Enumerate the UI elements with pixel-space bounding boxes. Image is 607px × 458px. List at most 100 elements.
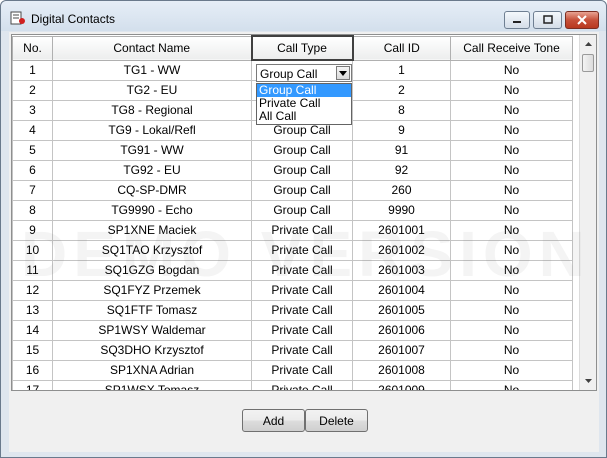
cell-call-type[interactable]: Group Call <box>251 159 353 181</box>
table-row[interactable]: 6 TG92 - EU Group Call 92 No <box>12 159 573 181</box>
cell-no[interactable]: 17 <box>12 379 53 390</box>
cell-call-receive-tone[interactable]: No <box>450 99 573 121</box>
delete-button[interactable]: Delete <box>305 409 368 432</box>
cell-call-receive-tone[interactable]: No <box>450 279 573 301</box>
cell-contact-name[interactable]: TG2 - EU <box>52 79 252 101</box>
cell-contact-name[interactable]: SQ1FYZ Przemek <box>52 279 252 301</box>
cell-no[interactable]: 10 <box>12 239 53 261</box>
table-row[interactable]: 17 SP1WSX Tomasz Private Call 2601009 No <box>12 379 573 390</box>
table-row[interactable]: 14 SP1WSY Waldemar Private Call 2601006 No <box>12 319 573 341</box>
column-header-call-type[interactable]: Call Type <box>250 35 354 61</box>
cell-contact-name[interactable]: SP1WSX Tomasz <box>52 379 252 390</box>
cell-contact-name[interactable]: SP1XNA Adrian <box>52 359 252 381</box>
vertical-scrollbar[interactable] <box>579 35 596 390</box>
cell-call-receive-tone[interactable]: No <box>450 59 573 81</box>
table-row[interactable]: 10 SQ1TAO Krzysztof Private Call 2601002 No <box>12 239 573 261</box>
combobox-dropdown-button[interactable] <box>336 66 350 80</box>
cell-call-type[interactable]: Private Call <box>251 239 353 261</box>
cell-call-id[interactable]: 9990 <box>352 199 451 221</box>
cell-call-receive-tone[interactable]: No <box>450 219 573 241</box>
cell-call-id[interactable]: 91 <box>352 139 451 161</box>
table-row[interactable]: 11 SQ1GZG Bogdan Private Call 2601003 No <box>12 259 573 281</box>
cell-call-id[interactable]: 2601004 <box>352 279 451 301</box>
cell-call-id[interactable]: 8 <box>352 99 451 121</box>
cell-call-type[interactable]: Private Call <box>251 299 353 321</box>
cell-call-receive-tone[interactable]: No <box>450 299 573 321</box>
column-header-call-id[interactable]: Call ID <box>352 35 451 61</box>
cell-contact-name[interactable]: TG9 - Lokal/Refl <box>52 119 252 141</box>
cell-call-id[interactable]: 2601002 <box>352 239 451 261</box>
cell-contact-name[interactable]: SP1XNE Maciek <box>52 219 252 241</box>
add-button[interactable]: Add <box>242 409 305 432</box>
cell-no[interactable]: 7 <box>12 179 53 201</box>
cell-call-id[interactable]: 2601003 <box>352 259 451 281</box>
cell-call-receive-tone[interactable]: No <box>450 319 573 341</box>
cell-contact-name[interactable]: SQ1FTF Tomasz <box>52 299 252 321</box>
table-row[interactable]: 12 SQ1FYZ Przemek Private Call 2601004 No <box>12 279 573 301</box>
cell-call-type[interactable]: Group Call <box>251 179 353 201</box>
cell-call-id[interactable]: 2601007 <box>352 339 451 361</box>
column-header-call-receive-tone[interactable]: Call Receive Tone <box>450 35 573 61</box>
cell-call-id[interactable]: 260 <box>352 179 451 201</box>
cell-call-type[interactable]: Private Call <box>251 359 353 381</box>
cell-call-id[interactable]: 9 <box>352 119 451 141</box>
dropdown-option-all-call[interactable]: All Call <box>257 110 351 123</box>
cell-call-id[interactable]: 1 <box>352 59 451 81</box>
scroll-down-button[interactable] <box>580 373 596 389</box>
table-row[interactable]: 13 SQ1FTF Tomasz Private Call 2601005 No <box>12 299 573 321</box>
cell-no[interactable]: 12 <box>12 279 53 301</box>
cell-call-receive-tone[interactable]: No <box>450 239 573 261</box>
cell-contact-name[interactable]: TG9990 - Echo <box>52 199 252 221</box>
cell-call-id[interactable]: 2 <box>352 79 451 101</box>
cell-no[interactable]: 15 <box>12 339 53 361</box>
cell-call-type[interactable]: Private Call <box>251 339 353 361</box>
table-row[interactable]: 8 TG9990 - Echo Group Call 9990 No <box>12 199 573 221</box>
call-type-combobox[interactable]: Group Call <box>256 64 352 82</box>
cell-contact-name[interactable]: TG1 - WW <box>52 59 252 81</box>
cell-call-type[interactable]: Private Call <box>251 219 353 241</box>
cell-call-type[interactable]: Private Call <box>251 279 353 301</box>
column-header-contact-name[interactable]: Contact Name <box>52 35 252 61</box>
table-row[interactable]: 15 SQ3DHO Krzysztof Private Call 2601007 No <box>12 339 573 361</box>
cell-contact-name[interactable]: CQ-SP-DMR <box>52 179 252 201</box>
cell-contact-name[interactable]: SP1WSY Waldemar <box>52 319 252 341</box>
minimize-button[interactable] <box>504 11 530 29</box>
cell-call-id[interactable]: 2601009 <box>352 379 451 390</box>
table-row[interactable]: 7 CQ-SP-DMR Group Call 260 No <box>12 179 573 201</box>
cell-call-type[interactable]: Private Call <box>251 319 353 341</box>
column-header-no[interactable]: No. <box>12 35 53 61</box>
cell-call-receive-tone[interactable]: No <box>450 139 573 161</box>
cell-call-receive-tone[interactable]: No <box>450 179 573 201</box>
maximize-button[interactable] <box>533 11 562 29</box>
cell-contact-name[interactable]: TG91 - WW <box>52 139 252 161</box>
cell-call-id[interactable]: 2601006 <box>352 319 451 341</box>
cell-contact-name[interactable]: SQ1GZG Bogdan <box>52 259 252 281</box>
cell-contact-name[interactable]: TG8 - Regional <box>52 99 252 121</box>
cell-call-receive-tone[interactable]: No <box>450 359 573 381</box>
cell-no[interactable]: 6 <box>12 159 53 181</box>
cell-call-type[interactable]: Group Call <box>251 139 353 161</box>
cell-no[interactable]: 14 <box>12 319 53 341</box>
table-row[interactable]: 5 TG91 - WW Group Call 91 No <box>12 139 573 161</box>
cell-call-receive-tone[interactable]: No <box>450 339 573 361</box>
cell-call-receive-tone[interactable]: No <box>450 379 573 390</box>
cell-call-id[interactable]: 2601001 <box>352 219 451 241</box>
cell-no[interactable]: 9 <box>12 219 53 241</box>
cell-no[interactable]: 5 <box>12 139 53 161</box>
cell-call-receive-tone[interactable]: No <box>450 259 573 281</box>
scrollbar-thumb[interactable] <box>582 54 594 72</box>
table-row[interactable]: 9 SP1XNE Maciek Private Call 2601001 No <box>12 219 573 241</box>
cell-contact-name[interactable]: TG92 - EU <box>52 159 252 181</box>
cell-no[interactable]: 1 <box>12 59 53 81</box>
cell-contact-name[interactable]: SQ3DHO Krzysztof <box>52 339 252 361</box>
cell-no[interactable]: 3 <box>12 99 53 121</box>
cell-no[interactable]: 8 <box>12 199 53 221</box>
cell-call-receive-tone[interactable]: No <box>450 199 573 221</box>
cell-call-receive-tone[interactable]: No <box>450 79 573 101</box>
table-row[interactable]: 16 SP1XNA Adrian Private Call 2601008 No <box>12 359 573 381</box>
cell-call-receive-tone[interactable]: No <box>450 119 573 141</box>
cell-call-type[interactable]: Group Call <box>251 199 353 221</box>
cell-no[interactable]: 11 <box>12 259 53 281</box>
cell-no[interactable]: 2 <box>12 79 53 101</box>
title-bar[interactable]: Digital Contacts <box>1 1 606 31</box>
